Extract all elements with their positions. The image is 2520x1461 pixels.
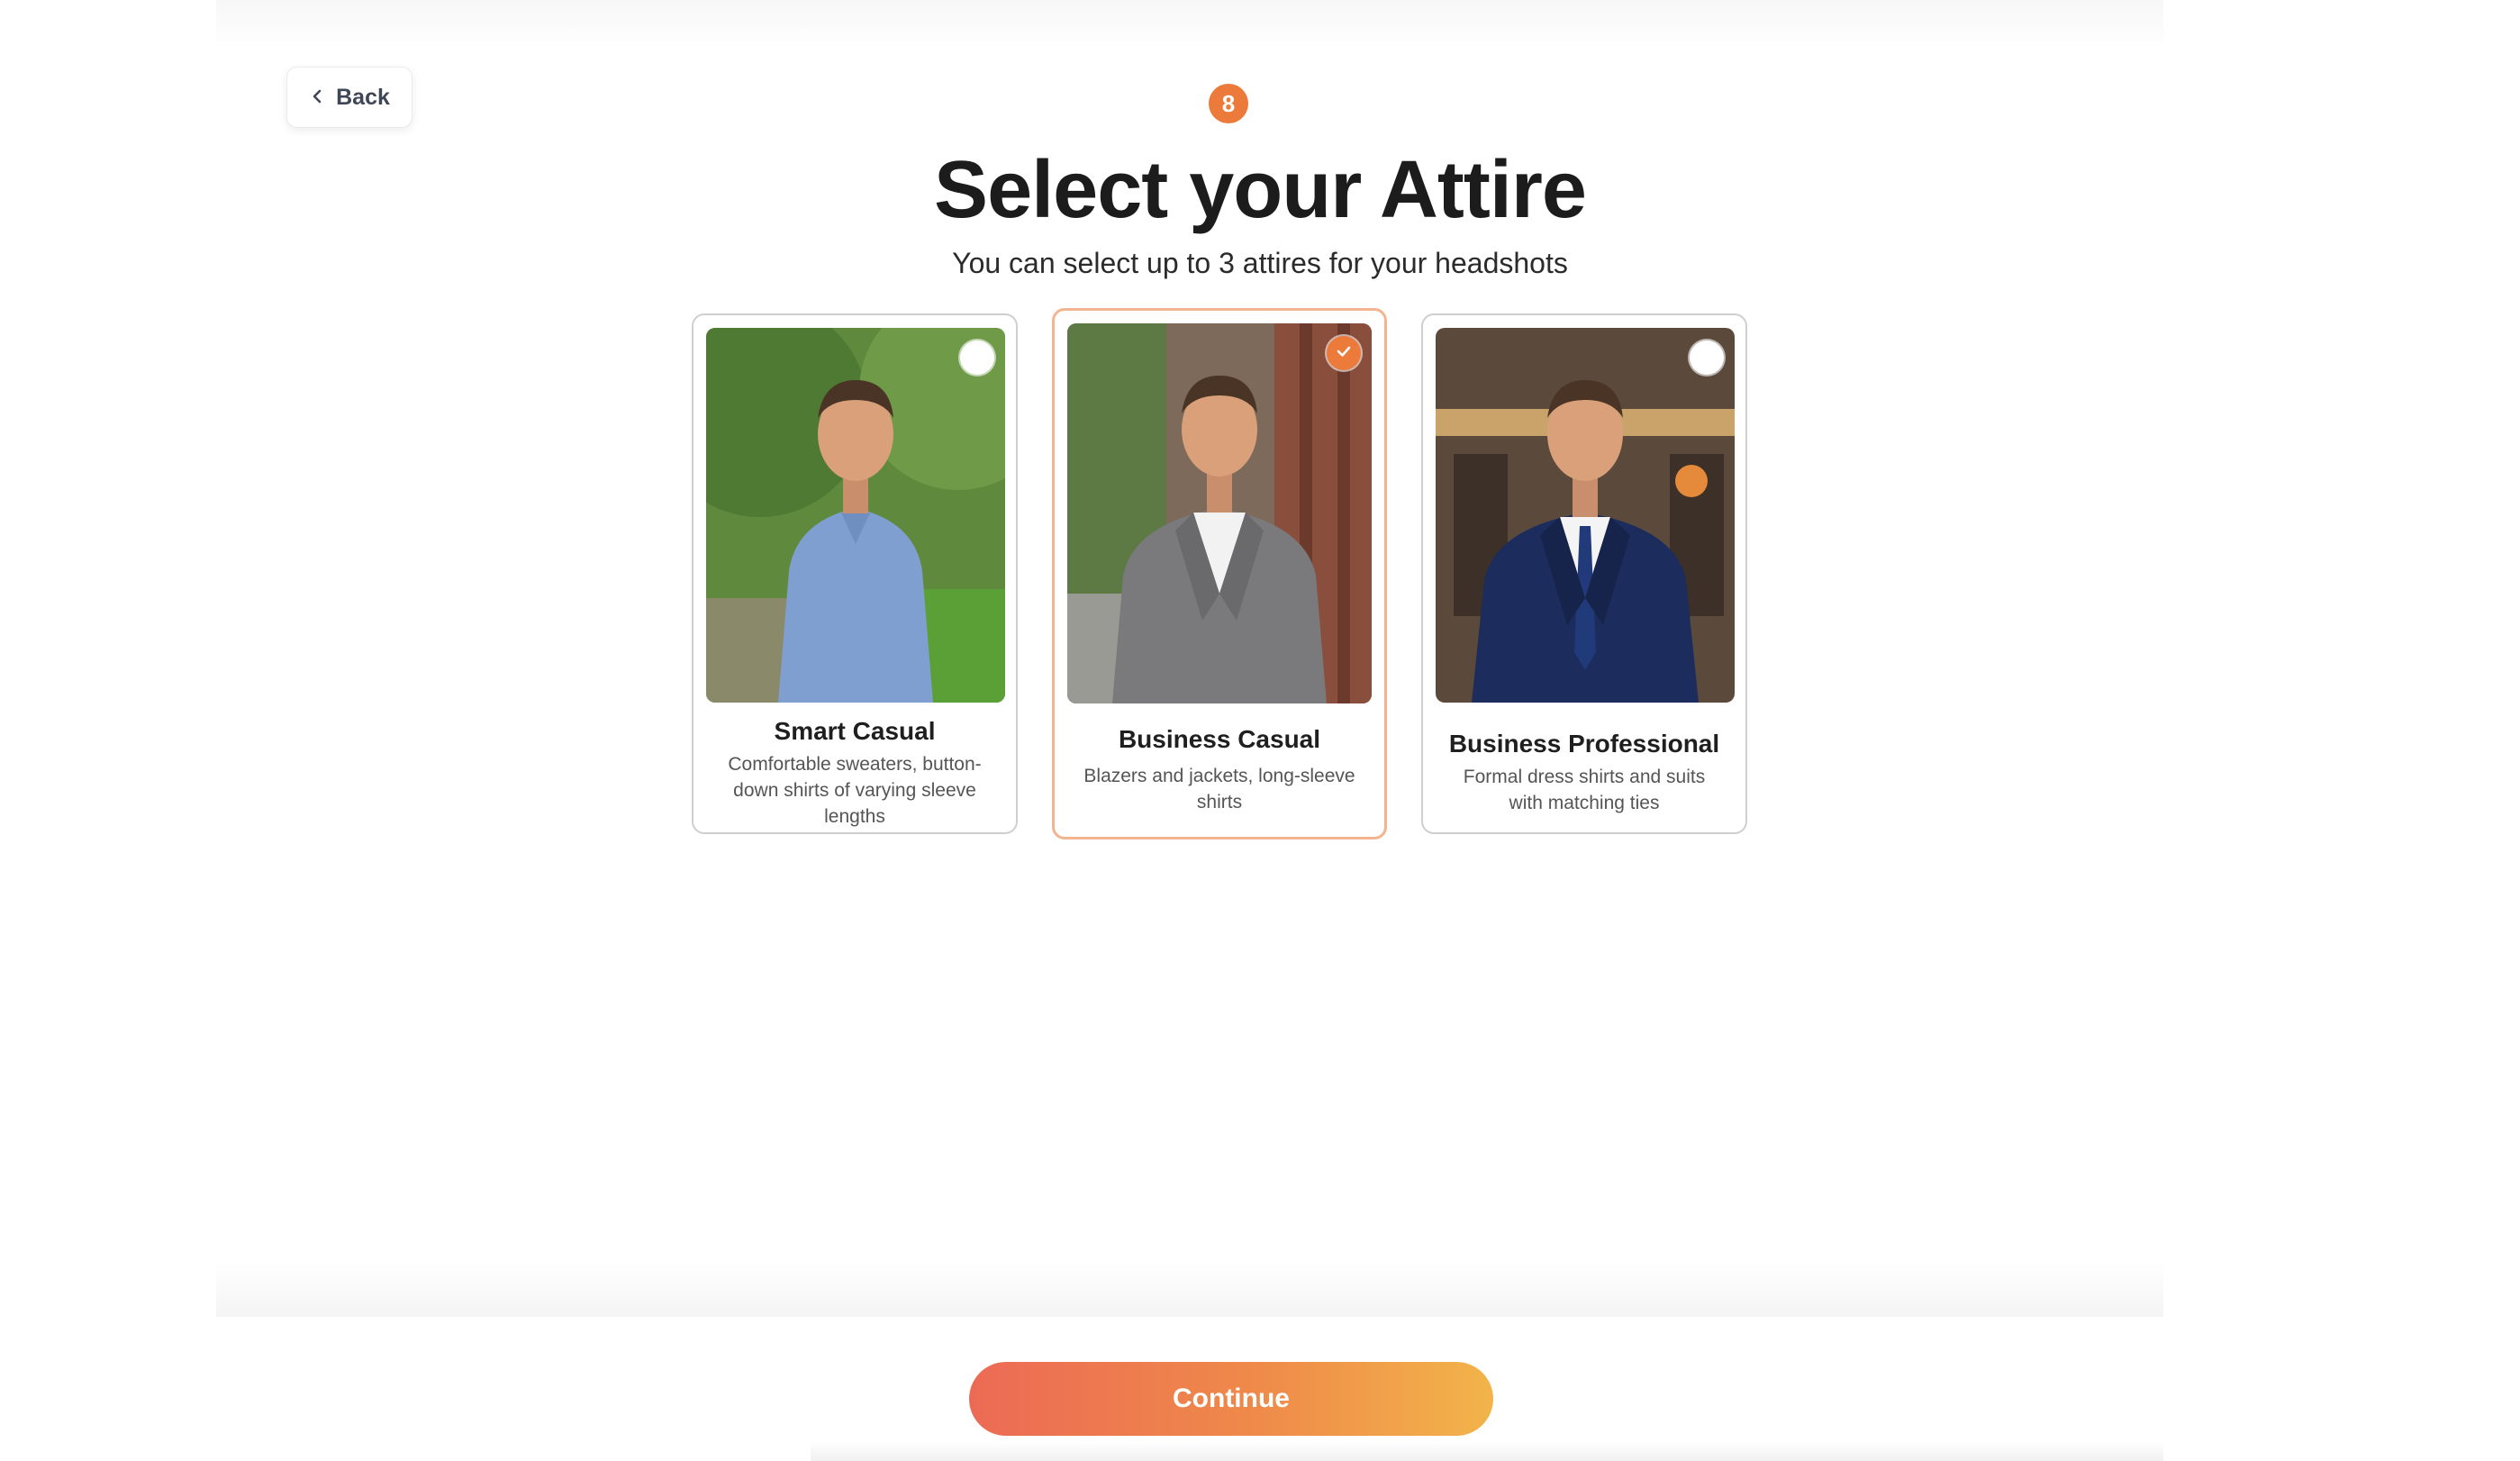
attire-card-business-professional[interactable]: Business Professional Formal dress shirt…: [1421, 313, 1747, 834]
business-professional-description: Formal dress shirts and suits with match…: [1463, 767, 1706, 813]
business-casual-radio[interactable]: [1327, 336, 1361, 370]
page-subtitle: You can select up to 3 attires for your …: [952, 247, 1568, 279]
business-professional-title: Business Professional: [1448, 730, 1720, 758]
checkmark-icon: [1335, 342, 1353, 365]
bottom-shadow: [811, 1441, 2163, 1461]
business-professional-radio[interactable]: [1690, 340, 1724, 375]
business-casual-title: Business Casual: [1118, 725, 1321, 753]
smart-casual-radio[interactable]: [960, 340, 994, 375]
back-button[interactable]: Back: [286, 67, 412, 128]
attire-card-business-casual[interactable]: Business Casual Blazers and jackets, lon…: [1052, 308, 1387, 839]
page-title: Select your Attire: [934, 145, 1587, 235]
back-label: Back: [336, 84, 390, 110]
page: Back 8 Select your Attire You can select…: [0, 0, 2520, 1461]
chevron-left-icon: [309, 85, 325, 111]
business-professional-photo: [1436, 328, 1735, 703]
attire-card-smart-casual[interactable]: Smart Casual Comfortable sweaters, butto…: [692, 313, 1018, 834]
smart-casual-description: Comfortable sweaters, button-down shirts…: [728, 754, 982, 827]
business-casual-photo: [1067, 323, 1372, 703]
continue-button[interactable]: Continue: [969, 1362, 1493, 1436]
step-badge: 8: [1209, 84, 1248, 123]
business-casual-description: Blazers and jackets, long-sleeve shirts: [1083, 766, 1355, 812]
smart-casual-title: Smart Casual: [774, 717, 936, 745]
smart-casual-photo: [706, 328, 1005, 703]
